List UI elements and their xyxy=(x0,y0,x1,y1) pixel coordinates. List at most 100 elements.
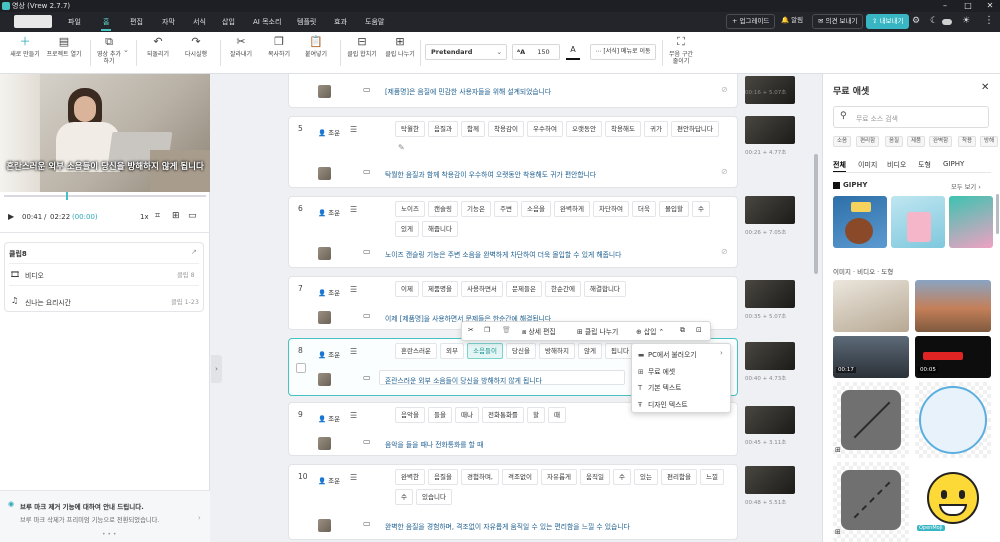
menu-icon[interactable]: ☰ xyxy=(350,125,357,134)
subtitle-text[interactable]: 노이즈 캔슬링 기능은 주변 소음을 완벽하게 차단하여 더욱 몰입할 수 있게… xyxy=(385,249,621,259)
word-chip[interactable]: 수 xyxy=(395,489,413,505)
word-chip[interactable]: 편리함을 xyxy=(661,469,697,485)
word-chip[interactable]: 완벽하게 xyxy=(554,201,590,217)
clip-list-scrollbar[interactable] xyxy=(814,154,818,274)
word-chip[interactable]: 더욱 xyxy=(632,201,656,217)
word-chip[interactable]: 소음을 xyxy=(521,201,551,217)
word-chip[interactable]: 자유롭게 xyxy=(541,469,577,485)
moon-icon[interactable]: ☾ xyxy=(930,16,938,26)
video-thumbnail-buildings[interactable]: 00:17 xyxy=(833,336,909,378)
video-preview[interactable]: 혼란스러운 외부 소음들이 당신을 방해하지 않게 됩니다 xyxy=(0,74,210,192)
subtitle-text[interactable]: [제품명]은 음질에 민감한 사용자들을 위해 설계되었습니다 xyxy=(385,86,551,96)
export-button[interactable]: ⇪ 내보내기 xyxy=(866,14,910,29)
font-color-button[interactable]: A xyxy=(566,44,580,60)
timeline-track[interactable] xyxy=(4,195,206,197)
word-chip[interactable]: 경험하며, xyxy=(461,469,499,485)
word-chip[interactable]: 들을 xyxy=(428,407,452,423)
shape-thumbnail-circle[interactable] xyxy=(915,382,991,458)
menu-template[interactable]: 템플릿 xyxy=(297,17,316,27)
chevron-down-icon[interactable]: ⌄ xyxy=(123,46,129,54)
word-chip[interactable]: 않게 xyxy=(578,343,602,359)
clip-card[interactable]: ▭ [제품명]은 음질에 민감한 사용자들을 위해 설계되었습니다 ⊘ xyxy=(288,74,738,108)
clip-thumbnail[interactable] xyxy=(745,342,795,370)
link-icon[interactable]: ⊘ xyxy=(721,247,728,256)
word-chip[interactable]: 있는 xyxy=(634,469,658,485)
tts-icon[interactable]: ⧉ xyxy=(680,326,685,335)
word-chip[interactable]: 수 xyxy=(692,201,710,217)
word-chip[interactable]: 움직일 xyxy=(580,469,610,485)
collapse-panel-button[interactable]: › xyxy=(211,355,222,383)
upgrade-button[interactable]: + 업그레이드 xyxy=(726,14,776,29)
word-chip[interactable]: 몰입할 xyxy=(659,201,689,217)
keyword-chip[interactable]: 방해 xyxy=(980,136,999,147)
menu-icon[interactable]: ☰ xyxy=(350,285,357,294)
word-chip[interactable]: 기능은 xyxy=(461,201,491,217)
dropdown-item-basic-text[interactable]: T 기본 텍스트 xyxy=(638,382,681,392)
menu-icon[interactable]: ☰ xyxy=(350,205,357,214)
minimize-icon[interactable]: – xyxy=(935,0,955,12)
word-chip[interactable]: 당신을 xyxy=(506,343,536,359)
clip-thumbnail[interactable] xyxy=(745,406,795,434)
word-chip[interactable]: 수 xyxy=(613,469,631,485)
keyword-chip[interactable]: 착용 xyxy=(958,136,977,147)
word-chip[interactable]: 때나 xyxy=(455,407,479,423)
subtitle-text[interactable]: 탁월한 음질과 함께 착용감이 우수하여 오랫동안 착용해도 귀가 편안합니다 xyxy=(385,169,596,179)
giphy-thumbnail-turkey[interactable] xyxy=(833,196,887,248)
word-chip[interactable]: 노이즈 xyxy=(395,201,425,217)
sticker-thumbnail-smile[interactable]: OpenMoji xyxy=(915,462,991,542)
playhead[interactable] xyxy=(66,192,68,200)
video-thumbnail-subscribe[interactable]: 00:05 xyxy=(915,336,991,378)
word-chip[interactable]: 이제 xyxy=(395,281,419,297)
clip-thumbnail[interactable] xyxy=(745,116,795,144)
font-select[interactable]: Pretendard ⌄ xyxy=(425,44,507,60)
menu-insert[interactable]: 삽입 xyxy=(222,17,235,27)
shape-thumbnail-dashed-line[interactable]: ⊞ xyxy=(833,462,909,542)
clip-card[interactable]: 6 👤 조운 ☰ 노이즈 캔슬링 기능은 주변 소음을 완벽하게 차단하여 더욱 몰입할 수 있게 해… xyxy=(288,196,738,268)
speaker-label[interactable]: 👤 조운 xyxy=(318,287,340,297)
dropdown-item-pc[interactable]: ▬ PC에서 불러오기 xyxy=(638,349,697,359)
speed-button[interactable]: 1x xyxy=(140,213,149,221)
word-chip[interactable]: 주변 xyxy=(494,201,518,217)
word-chip[interactable]: 해결합니다 xyxy=(584,281,626,297)
split-clip-float-button[interactable]: ⊞ 클립 나누기 xyxy=(577,326,618,336)
chevron-right-icon[interactable]: › xyxy=(198,514,201,522)
speaker-label[interactable]: 👤 조운 xyxy=(318,127,340,137)
word-chip[interactable]: 착용해도 xyxy=(605,121,641,137)
speaker-label[interactable]: 👤 조운 xyxy=(318,349,340,359)
giphy-thumbnail-cake[interactable] xyxy=(891,196,945,248)
menu-icon[interactable]: ☰ xyxy=(350,473,357,482)
trash-icon[interactable]: 🗑 xyxy=(502,326,511,334)
word-chip[interactable]: 음악을 xyxy=(395,407,425,423)
gear-icon[interactable]: ⚙ xyxy=(912,16,920,26)
dropdown-item-design-text[interactable]: Ŧ 디자인 텍스트 xyxy=(638,399,688,409)
notice-banner[interactable]: ◉ 브루 마크 제거 기능에 대하여 안내 드립니다. 브루 마크 삭제가 프리… xyxy=(0,490,210,542)
word-chip[interactable]: 한순간에 xyxy=(545,281,581,297)
format-menu-button[interactable]: ⋯ [서식] 메뉴로 이동 xyxy=(590,44,656,60)
image-thumbnail-cat[interactable] xyxy=(833,280,909,332)
menu-subtitle[interactable]: 자막 xyxy=(162,17,175,27)
word-chip[interactable]: 오랫동안 xyxy=(566,121,602,137)
link-icon[interactable]: ⊘ xyxy=(721,167,728,176)
word-chip[interactable]: 외부 xyxy=(440,343,464,359)
fullscreen-icon[interactable]: ▭ xyxy=(188,211,197,221)
alert-button[interactable]: 🔔 알림 xyxy=(776,14,808,29)
scissors-icon[interactable]: ✂ xyxy=(468,326,474,334)
word-chip[interactable]: 편안하답니다 xyxy=(671,121,719,137)
word-chip[interactable]: 착용감이 xyxy=(488,121,524,137)
word-chip[interactable]: 있게 xyxy=(395,221,419,237)
link-icon[interactable]: ⊘ xyxy=(721,85,728,94)
menu-icon[interactable]: ☰ xyxy=(350,347,357,356)
play-icon[interactable]: ▶ xyxy=(8,212,14,221)
image-search-icon[interactable]: ⊡ xyxy=(696,326,702,334)
open-external-icon[interactable]: ↗ xyxy=(191,248,197,256)
sun-icon[interactable]: ☀ xyxy=(962,16,970,26)
reduce-silence-button[interactable]: ⛶ 무음 구간 줄이기 xyxy=(667,36,695,66)
menu-help[interactable]: 도움말 xyxy=(365,17,384,27)
new-project-button[interactable]: ＋ 새로 만들기 xyxy=(10,36,40,59)
subtitle-text[interactable]: 완벽한 음질을 경험하며, 격조없이 자유롭게 움직일 수 있는 편리함을 느낄… xyxy=(385,521,630,531)
word-chip[interactable]: 방해하지 xyxy=(539,343,575,359)
tab-all[interactable]: 전체 xyxy=(833,160,846,173)
detail-edit-button[interactable]: ⧈ 상세 편집 xyxy=(522,326,556,337)
open-project-button[interactable]: ▤ 프로젝트 열기 xyxy=(46,36,82,59)
menu-ai-voice[interactable]: AI 목소리 xyxy=(253,17,281,27)
